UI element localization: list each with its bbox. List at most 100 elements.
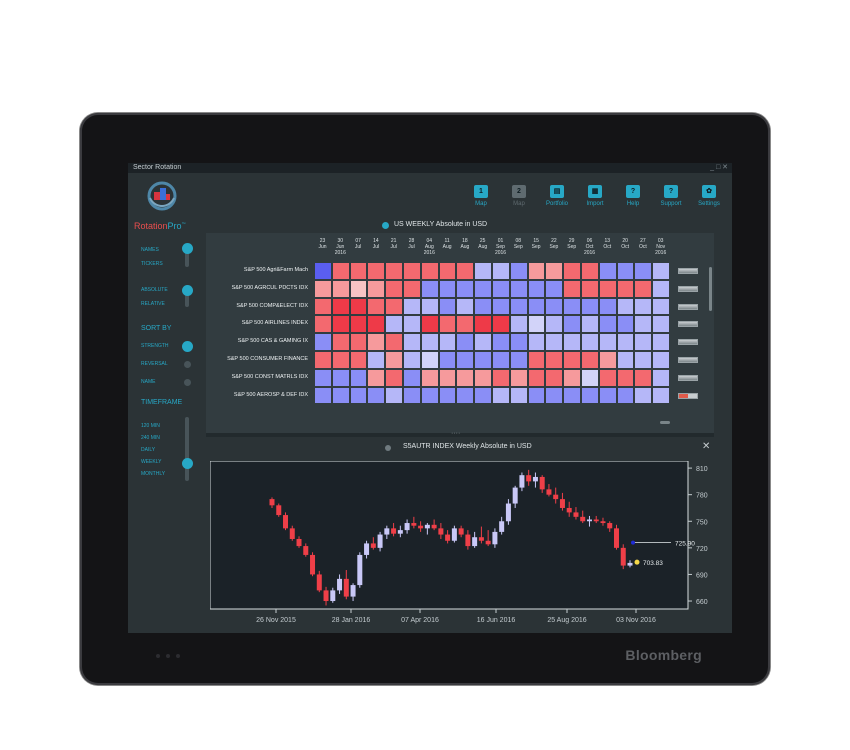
heatmap-cell[interactable] xyxy=(652,368,670,387)
heatmap-cell[interactable] xyxy=(581,262,599,280)
heatmap-cell[interactable] xyxy=(652,279,670,298)
toolbar-settings-button[interactable]: ✿ Settings xyxy=(694,185,724,207)
heatmap-cell[interactable] xyxy=(420,351,439,369)
tf-option[interactable]: WEEKLY xyxy=(141,459,161,465)
sort-name-option[interactable]: NAME xyxy=(141,379,155,385)
heatmap-cell[interactable] xyxy=(634,262,653,280)
heatmap-cell[interactable] xyxy=(474,262,492,280)
heatmap-cell[interactable] xyxy=(456,333,475,351)
heatmap-cell[interactable] xyxy=(385,368,403,387)
heatmap-cell[interactable] xyxy=(598,368,617,387)
heatmap-cell[interactable] xyxy=(367,262,386,280)
heatmap-cell[interactable] xyxy=(420,386,439,405)
heatmap-cell[interactable] xyxy=(509,333,528,351)
heatmap-cell[interactable] xyxy=(474,279,492,298)
heatmap-cell[interactable] xyxy=(634,315,653,334)
heatmap-cell[interactable] xyxy=(456,262,475,280)
heatmap-cell[interactable] xyxy=(420,315,439,334)
window-controls[interactable]: _ □ ✕ xyxy=(710,163,728,173)
heatmap-row-label[interactable]: S&P 500 CONSUMER FINANCE xyxy=(208,356,308,362)
heatmap-cell[interactable] xyxy=(563,368,581,387)
heatmap-cell[interactable] xyxy=(492,315,510,334)
toolbar-map2-button[interactable]: 2 Map xyxy=(504,185,534,207)
heatmap-cell[interactable] xyxy=(527,386,546,405)
heatmap-cell[interactable] xyxy=(314,297,332,316)
tf-option[interactable]: 120 MIN xyxy=(141,423,160,429)
heatmap-cell[interactable] xyxy=(331,262,350,280)
heatmap-cell[interactable] xyxy=(616,333,635,351)
heatmap-cell[interactable] xyxy=(420,368,439,387)
heatmap-cell[interactable] xyxy=(598,262,617,280)
heatmap-cell[interactable] xyxy=(634,386,653,405)
heatmap-cell[interactable] xyxy=(616,351,635,369)
heatmap-cell[interactable] xyxy=(563,262,581,280)
heatmap-cell[interactable] xyxy=(385,351,403,369)
heatmap-cell[interactable] xyxy=(563,279,581,298)
heatmap-cell[interactable] xyxy=(331,279,350,298)
heatmap-cell[interactable] xyxy=(385,315,403,334)
heatmap-cell[interactable] xyxy=(527,297,546,316)
row-detail-button[interactable] xyxy=(678,357,698,363)
row-detail-button[interactable] xyxy=(678,339,698,346)
heatmap-cell[interactable] xyxy=(456,315,475,334)
heatmap-cell[interactable] xyxy=(527,351,546,369)
heatmap-cell[interactable] xyxy=(598,315,617,334)
heatmap-cell[interactable] xyxy=(331,386,350,405)
heatmap-cell[interactable] xyxy=(349,351,368,369)
sort-reversal-option[interactable]: REVERSAL xyxy=(141,361,168,367)
heatmap-row-label[interactable]: S&P 500 AEROSP & DEF IDX xyxy=(208,392,308,398)
heatmap-cell[interactable] xyxy=(492,351,510,369)
row-detail-button[interactable] xyxy=(678,374,698,381)
heatmap-row-label[interactable]: S&P 500 AGRCUL PDCTS IDX xyxy=(208,285,308,291)
toolbar-support-button[interactable]: ? Support xyxy=(656,185,686,207)
heatmap-cell[interactable] xyxy=(545,386,564,405)
chart-close-icon[interactable]: ✕ xyxy=(702,441,710,452)
heatmap-cell[interactable] xyxy=(474,333,492,351)
heatmap-cell[interactable] xyxy=(367,351,386,369)
heatmap-cell[interactable] xyxy=(331,315,350,334)
heatmap-cell[interactable] xyxy=(492,386,510,405)
heatmap-cell[interactable] xyxy=(545,315,564,334)
heatmap-cell[interactable] xyxy=(314,315,332,334)
heatmap-cell[interactable] xyxy=(652,351,670,369)
sort-strength-option[interactable]: STRENGTH xyxy=(141,343,169,349)
heatmap-cell[interactable] xyxy=(438,315,457,334)
heatmap-cell[interactable] xyxy=(420,297,439,316)
heatmap-cell[interactable] xyxy=(349,315,368,334)
heatmap-cell[interactable] xyxy=(634,368,653,387)
heatmap-cell[interactable] xyxy=(403,279,421,298)
heatmap-cell[interactable] xyxy=(403,351,421,369)
heatmap-cell[interactable] xyxy=(403,333,421,351)
heatmap-cell[interactable] xyxy=(331,297,350,316)
heatmap-cell[interactable] xyxy=(509,386,528,405)
heatmap-cell[interactable] xyxy=(349,297,368,316)
heatmap-cell[interactable] xyxy=(438,279,457,298)
heatmap-cell[interactable] xyxy=(616,368,635,387)
heatmap-cell[interactable] xyxy=(616,262,635,280)
heatmap-cell[interactable] xyxy=(545,262,564,280)
heatmap-cell[interactable] xyxy=(403,262,421,280)
heatmap-cell[interactable] xyxy=(314,351,332,369)
heatmap-cell[interactable] xyxy=(367,279,386,298)
row-detail-button[interactable] xyxy=(678,392,698,399)
heatmap-cell[interactable] xyxy=(634,333,653,351)
heatmap-cell[interactable] xyxy=(581,386,599,405)
absolute-option[interactable]: ABSOLUTE xyxy=(141,287,168,293)
toolbar-import-button[interactable]: ▦ Import xyxy=(580,185,610,207)
heatmap-cell[interactable] xyxy=(598,351,617,369)
heatmap-cell[interactable] xyxy=(438,333,457,351)
heatmap-cell[interactable] xyxy=(563,297,581,316)
heatmap-cell[interactable] xyxy=(581,351,599,369)
heatmap-cell[interactable] xyxy=(474,368,492,387)
heatmap-cell[interactable] xyxy=(652,386,670,405)
heatmap-cell[interactable] xyxy=(331,351,350,369)
heatmap-cell[interactable] xyxy=(598,297,617,316)
tf-option[interactable]: 240 MIN xyxy=(141,435,160,441)
tickers-option[interactable]: TICKERS xyxy=(141,261,163,267)
heatmap-cell[interactable] xyxy=(314,279,332,298)
heatmap-cell[interactable] xyxy=(545,333,564,351)
row-detail-button[interactable] xyxy=(678,268,698,274)
heatmap-cell[interactable] xyxy=(545,351,564,369)
heatmap-cell[interactable] xyxy=(492,368,510,387)
heatmap-cell[interactable] xyxy=(331,368,350,387)
